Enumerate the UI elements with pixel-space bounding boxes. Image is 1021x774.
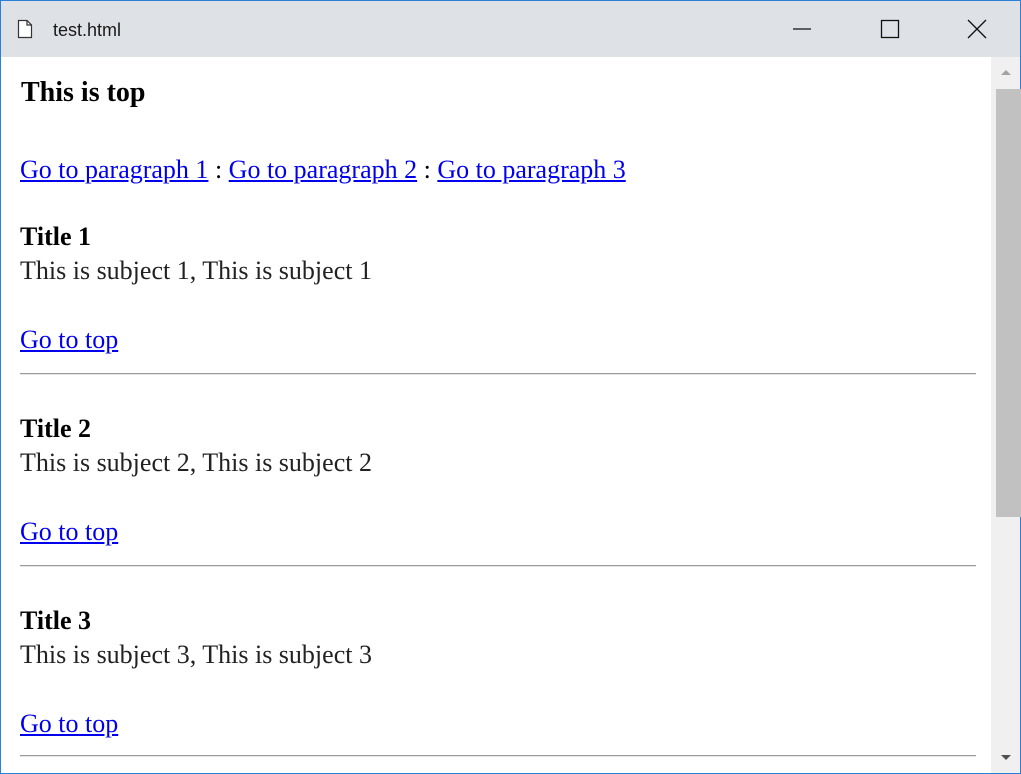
link-paragraph-3[interactable]: Go to paragraph 3 — [437, 155, 625, 184]
section-title: Title 2 — [20, 414, 92, 443]
browser-window: test.html This is top Go to paragraph 1 … — [0, 0, 1021, 774]
go-to-top-link[interactable]: Go to top — [20, 325, 118, 354]
section-subject: This is subject 3, This is subject 3 — [20, 640, 372, 669]
minimize-icon — [793, 28, 811, 30]
section-3: Title 3 This is subject 3, This is subje… — [20, 605, 372, 673]
scroll-up-button[interactable] — [991, 57, 1020, 87]
nav-separator: : — [214, 155, 223, 184]
go-to-top-wrapper: Go to top — [20, 709, 118, 739]
section-title: Title 1 — [20, 222, 92, 251]
nav-separator: : — [423, 155, 431, 184]
divider — [20, 373, 976, 375]
page-content: This is top Go to paragraph 1 : Go to pa… — [1, 57, 991, 773]
go-to-top-link[interactable]: Go to top — [20, 709, 118, 738]
vertical-scrollbar[interactable] — [991, 57, 1021, 773]
divider — [20, 755, 976, 757]
go-to-top-wrapper: Go to top — [20, 517, 118, 547]
document-icon — [17, 19, 33, 39]
scroll-down-arrow-icon — [1000, 755, 1011, 760]
section-1: Title 1 This is subject 1, This is subje… — [20, 221, 372, 289]
section-subject: This is subject 1, This is subject 1 — [20, 256, 372, 285]
scroll-down-button[interactable] — [991, 743, 1020, 773]
window-title: test.html — [53, 20, 122, 40]
title-bar[interactable]: test.html — [1, 1, 1020, 57]
go-to-top-wrapper: Go to top — [20, 325, 118, 355]
section-subject: This is subject 2, This is subject 2 — [20, 448, 372, 477]
close-icon — [967, 19, 987, 39]
paragraph-nav: Go to paragraph 1 : Go to paragraph 2 : … — [20, 155, 626, 185]
close-button[interactable] — [942, 1, 1012, 57]
link-paragraph-2[interactable]: Go to paragraph 2 — [229, 155, 417, 184]
section-title: Title 3 — [20, 606, 92, 635]
link-paragraph-1[interactable]: Go to paragraph 1 — [20, 155, 208, 184]
go-to-top-link[interactable]: Go to top — [20, 517, 118, 546]
divider — [20, 565, 976, 567]
section-2: Title 2 This is subject 2, This is subje… — [20, 413, 372, 481]
scrollbar-thumb[interactable] — [996, 89, 1021, 517]
page-heading: This is top — [21, 77, 146, 108]
maximize-button[interactable] — [855, 1, 925, 57]
maximize-icon — [880, 19, 900, 39]
minimize-button[interactable] — [767, 1, 837, 57]
scroll-up-arrow-icon — [1000, 70, 1011, 75]
